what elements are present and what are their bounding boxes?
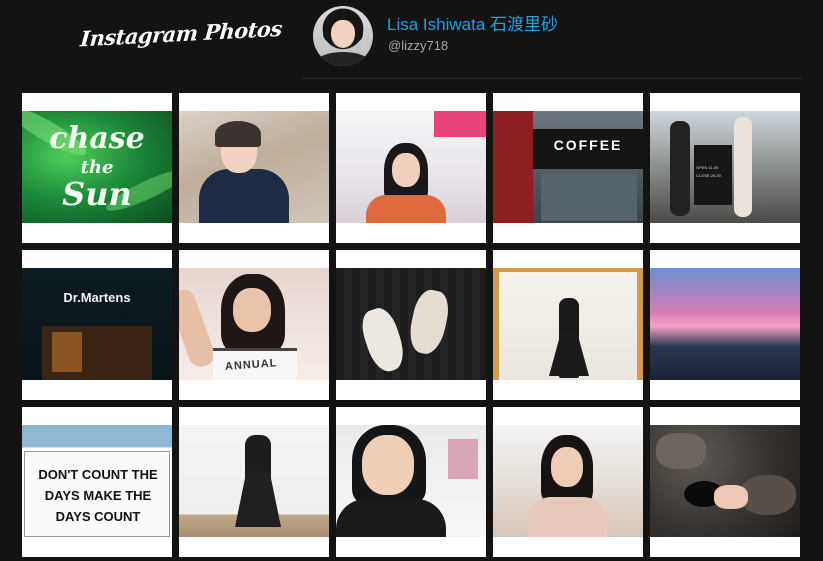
person-shape: [670, 121, 690, 216]
photo-card[interactable]: chase the Sun: [22, 93, 172, 243]
avatar-face-shape: [331, 20, 355, 48]
top-shape: [366, 195, 446, 223]
photo-card[interactable]: COFFEE: [493, 93, 643, 243]
photo-selfie-close[interactable]: [336, 425, 486, 537]
storefront-wall: [493, 111, 533, 223]
store-sign-text: Dr.Martens: [63, 290, 131, 305]
photo-coffee-shop[interactable]: COFFEE: [493, 111, 643, 223]
photo-dr-martens[interactable]: Dr.Martens: [22, 268, 172, 380]
photo-chase-the-sun[interactable]: chase the Sun: [22, 111, 172, 223]
photo-street-group[interactable]: OPEN 11-00 CLOSE 20-00: [650, 111, 800, 223]
person-shape: [734, 117, 752, 217]
avatar[interactable]: [313, 6, 373, 66]
photo-card[interactable]: OPEN 11-00 CLOSE 20-00: [650, 93, 800, 243]
sign-shape: [434, 111, 486, 137]
site-logo[interactable]: Instagram Photos: [79, 16, 283, 59]
avatar-body-shape: [317, 52, 369, 66]
rock-shape: [740, 475, 796, 515]
photo-text-line: Sun: [62, 175, 132, 213]
profile-handle: @lizzy718: [388, 38, 449, 53]
hair-shape: [215, 121, 261, 147]
board-text-line: DAYS MAKE THE: [44, 488, 152, 503]
photo-card[interactable]: Dr.Martens: [22, 250, 172, 400]
face-shape: [233, 288, 271, 332]
photo-card[interactable]: [336, 250, 486, 400]
photo-text-line: chase: [49, 121, 145, 156]
photo-card[interactable]: DON'T COUNT THE DAYS MAKE THE DAYS COUNT: [22, 407, 172, 557]
tank-print-text: ANNUAL: [224, 357, 278, 373]
photo-mirror[interactable]: [493, 268, 643, 380]
photo-card[interactable]: [179, 407, 329, 557]
photo-card[interactable]: [336, 93, 486, 243]
photo-card[interactable]: [493, 407, 643, 557]
photo-sunset-city[interactable]: [650, 268, 800, 380]
shirt-shape: [199, 169, 289, 223]
window-shape: [541, 173, 637, 221]
shoe-shape: [356, 304, 410, 376]
light-glow: [52, 332, 82, 372]
photo-shoes[interactable]: [336, 268, 486, 380]
photo-rocks-sunglasses[interactable]: [650, 425, 800, 537]
page-header: Instagram Photos Lisa Ishiwata 石渡里砂 @liz…: [0, 0, 823, 90]
face-shape: [392, 153, 420, 187]
sandwich-board: OPEN 11-00 CLOSE 20-00: [694, 145, 732, 205]
sign-text-line: CLOSE 20-00: [696, 173, 721, 178]
photo-grid: chase the Sun COFFEE OPEN 11-00 CLOSE 20…: [22, 93, 802, 561]
poster-shape: [448, 439, 478, 479]
profile-name[interactable]: Lisa Ishiwata 石渡里砂: [387, 10, 558, 35]
photo-outfit[interactable]: [179, 425, 329, 537]
shoe-shape: [405, 287, 453, 357]
profile-header: Lisa Ishiwata 石渡里砂 @lizzy718: [302, 0, 802, 79]
photo-card[interactable]: [650, 250, 800, 400]
rock-shape: [656, 433, 706, 469]
skirt-shape: [549, 332, 589, 376]
photo-selfie-car[interactable]: [179, 111, 329, 223]
sign-text-line: OPEN 11-00: [696, 165, 719, 170]
hand-shape: [714, 485, 748, 509]
photo-sign-board[interactable]: DON'T COUNT THE DAYS MAKE THE DAYS COUNT: [22, 425, 172, 537]
photo-card[interactable]: [336, 407, 486, 557]
letter-board: DON'T COUNT THE DAYS MAKE THE DAYS COUNT: [24, 451, 170, 537]
photo-card[interactable]: [493, 250, 643, 400]
photo-card[interactable]: ANNUAL: [179, 250, 329, 400]
photo-card[interactable]: [650, 407, 800, 557]
tank-top-shape: ANNUAL: [213, 348, 297, 380]
board-text-line: DON'T COUNT THE: [38, 467, 158, 482]
skirt-shape: [235, 471, 281, 527]
photo-portrait-tank[interactable]: ANNUAL: [179, 268, 329, 380]
board-text-line: DAYS COUNT: [55, 509, 141, 524]
top-shape: [527, 497, 607, 537]
face-shape: [362, 435, 414, 495]
coffee-sign-text: COFFEE: [553, 137, 623, 153]
photo-cafe[interactable]: [336, 111, 486, 223]
photo-beach[interactable]: [493, 425, 643, 537]
face-shape: [551, 447, 583, 487]
tee-shape: [336, 499, 446, 537]
photo-card[interactable]: [179, 93, 329, 243]
